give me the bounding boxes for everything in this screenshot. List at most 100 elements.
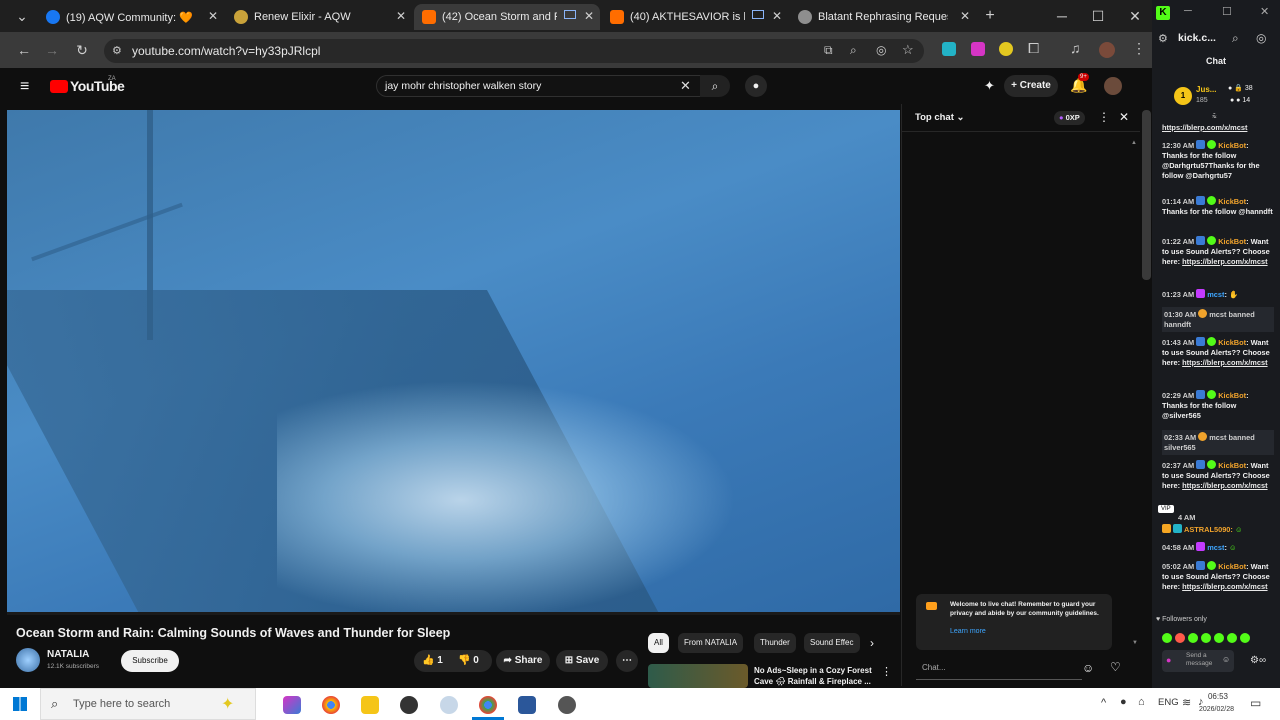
tab-ocean-storm[interactable]: (42) Ocean Storm and Rain ✕ — [414, 4, 600, 30]
channel-avatar[interactable] — [16, 648, 40, 672]
site-info-icon[interactable]: ⚙ — [112, 44, 122, 57]
chip-sound-effects[interactable]: Sound Effec — [804, 633, 860, 653]
kick-settings-icon[interactable]: ⚙ — [1158, 32, 1168, 45]
message-user[interactable]: ASTRAL5090: — [1184, 525, 1233, 534]
related-video-thumbnail[interactable] — [648, 664, 748, 688]
emote-icon[interactable] — [1175, 633, 1185, 643]
blerp-link[interactable]: https://blerp.com/x/mcst — [1182, 481, 1267, 490]
message-user[interactable]: KickBot — [1218, 338, 1246, 347]
taskbar-app-icon[interactable] — [558, 696, 576, 714]
forward-icon[interactable]: → — [42, 40, 62, 60]
related-video-title[interactable]: No Ads~Sleep in a Cozy Forest Cave 🌧 Rai… — [754, 665, 876, 687]
account-avatar[interactable] — [1104, 77, 1122, 95]
extension-icon[interactable] — [942, 42, 956, 56]
chat-menu-icon[interactable]: ⋮ — [1098, 110, 1110, 124]
hamburger-menu-icon[interactable]: ≡ — [20, 78, 29, 96]
super-chat-heart-icon[interactable]: ♡ — [1110, 660, 1121, 674]
close-tab-icon[interactable]: ✕ — [584, 9, 594, 23]
page-scrollbar-thumb[interactable] — [1142, 110, 1151, 280]
message-user[interactable]: mcst — [1207, 290, 1224, 299]
pinned-toggle-icon[interactable]: ⩯ — [1212, 112, 1217, 122]
close-chat-icon[interactable]: ✕ — [1119, 110, 1129, 124]
new-tab-button[interactable]: + — [980, 6, 1000, 26]
show-hidden-icons[interactable]: ^ — [1101, 697, 1106, 709]
message-user[interactable]: KickBot — [1218, 237, 1246, 246]
top-chat-dropdown[interactable]: Top chat ⌄ — [915, 112, 965, 123]
kick-hidden-eye-icon[interactable]: ◎ — [1256, 31, 1266, 45]
blerp-link[interactable]: https://blerp.com/x/mcst — [1182, 257, 1267, 266]
points-badge[interactable]: ● 0XP — [1054, 111, 1085, 125]
youtube-logo[interactable]: YouTube — [70, 78, 125, 94]
close-window-button[interactable]: ✕ — [1125, 6, 1145, 26]
chat-input[interactable]: Chat... — [916, 658, 1082, 680]
word-icon[interactable] — [518, 696, 536, 714]
emoji-icon[interactable]: ☺ — [1082, 661, 1094, 675]
dislike-button[interactable]: 👎 0 — [458, 650, 479, 672]
profile-avatar[interactable] — [1099, 42, 1115, 58]
emote-icon[interactable] — [1201, 633, 1211, 643]
subscribe-button[interactable]: Subscribe — [121, 650, 179, 672]
like-button[interactable]: 👍 1 — [422, 650, 443, 672]
message-user[interactable]: KickBot — [1218, 391, 1246, 400]
extension-icon[interactable] — [971, 42, 985, 56]
notification-center-icon[interactable]: ▭ — [1250, 696, 1261, 710]
tab-akthesavior[interactable]: (40) AKTHESAVIOR is live! ✕ — [602, 4, 788, 30]
emote-icon[interactable] — [1162, 633, 1172, 643]
message-user[interactable]: KickBot — [1218, 461, 1246, 470]
taskbar-search-box[interactable]: ⌕ Type here to search ✦ — [40, 688, 256, 720]
tab-aqw-community[interactable]: (19) AQW Community: 🧡 LOV ✕ — [38, 4, 224, 30]
bookmark-star-icon[interactable]: ☆ — [902, 42, 914, 58]
share-button[interactable]: ➦ Share — [496, 650, 550, 672]
create-button[interactable]: + Create — [1004, 75, 1058, 97]
chrome-profile-icon[interactable] — [479, 696, 497, 714]
message-user[interactable]: KickBot — [1218, 562, 1246, 571]
address-bar[interactable]: ⚙ youtube.com/watch?v=hy33pJRlcpl ⧉ ⌕ ◎ … — [104, 39, 924, 63]
chip-all[interactable]: All — [648, 633, 669, 653]
clear-search-icon[interactable]: ✕ — [680, 78, 691, 94]
tab-blatant-rephrasing[interactable]: Blatant Rephrasing Request ✕ — [790, 4, 976, 30]
input-language[interactable]: ENG — [1158, 697, 1179, 708]
tab-renew-elixir[interactable]: Renew Elixir - AQW ✕ — [226, 4, 412, 30]
tab-search-icon[interactable]: ⌄ — [12, 6, 32, 26]
steam-icon[interactable] — [400, 696, 418, 714]
emote-icon[interactable] — [1227, 633, 1237, 643]
minimize-button[interactable]: ─ — [1052, 6, 1072, 26]
emoji-icon[interactable]: ☺ — [1222, 655, 1230, 664]
close-tab-icon[interactable]: ✕ — [208, 9, 218, 23]
file-explorer-icon[interactable] — [361, 696, 379, 714]
channel-name[interactable]: NATALIA — [47, 649, 89, 660]
kick-username[interactable]: Jus... — [1196, 85, 1216, 94]
emote-icon[interactable] — [1188, 633, 1198, 643]
related-more-icon[interactable]: ⋮ — [881, 665, 892, 678]
install-app-icon[interactable]: ⧉ — [824, 43, 833, 58]
reload-icon[interactable]: ↻ — [72, 40, 92, 60]
scroll-down-icon[interactable]: ▼ — [1132, 640, 1138, 646]
clock-date[interactable]: 2026/02/28 — [1190, 706, 1234, 713]
chrome-icon[interactable] — [322, 696, 340, 714]
chip-from-natalia[interactable]: From NATALIA — [678, 633, 744, 653]
network-icon[interactable]: ⌂ — [1138, 696, 1145, 708]
blerp-link[interactable]: https://blerp.com/x/mcst — [1162, 123, 1247, 132]
blerp-link[interactable]: https://blerp.com/x/mcst — [1182, 358, 1267, 367]
maximize-button[interactable]: ☐ — [1088, 6, 1108, 26]
windows-start-icon[interactable] — [13, 697, 27, 711]
message-user[interactable]: mcst — [1207, 543, 1224, 552]
close-tab-icon[interactable]: ✕ — [960, 9, 970, 23]
chat-scrollbar[interactable]: ▲ — [1131, 140, 1138, 580]
message-user[interactable]: KickBot — [1218, 197, 1246, 206]
more-actions-button[interactable]: ⋯ — [616, 650, 638, 672]
kick-close-button[interactable]: ✕ — [1260, 5, 1269, 18]
cast-icon[interactable]: ✦ — [984, 78, 995, 94]
extensions-puzzle-icon[interactable]: ⧠ — [1028, 40, 1039, 57]
emote-icon[interactable] — [1240, 633, 1250, 643]
kick-maximize-button[interactable]: ☐ — [1222, 5, 1232, 18]
youtube-logo-icon[interactable] — [50, 80, 68, 93]
video-progress-bar[interactable] — [7, 612, 900, 615]
search-button[interactable]: ⌕ — [700, 75, 730, 97]
kick-zoom-icon[interactable]: ⌕ — [1232, 31, 1239, 46]
kick-minimize-button[interactable]: ─ — [1184, 5, 1192, 17]
chip-thunder[interactable]: Thunder — [754, 633, 796, 653]
learn-more-link[interactable]: Learn more — [950, 628, 986, 635]
extension-icon[interactable] — [999, 42, 1013, 56]
kick-settings-icon[interactable]: ⚙∞ — [1250, 655, 1266, 666]
